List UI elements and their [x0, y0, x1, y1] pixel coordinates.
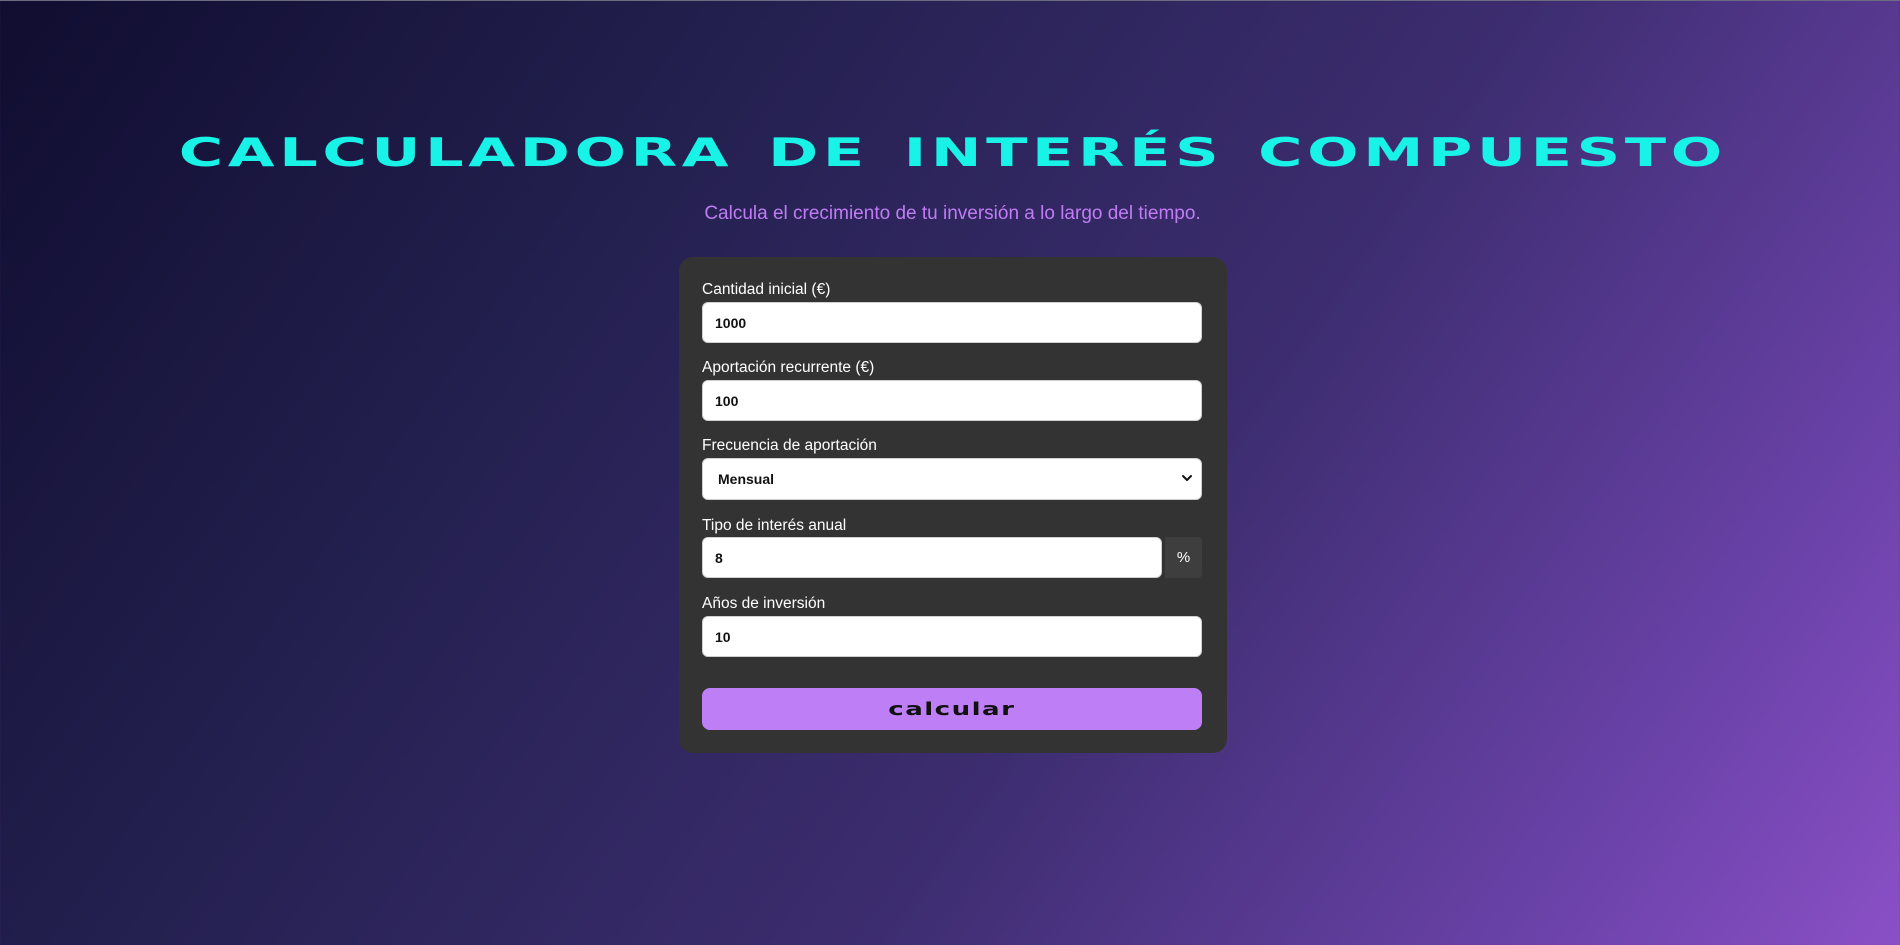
annual-rate-label: Tipo de interés anual [702, 517, 847, 534]
calculate-button[interactable]: calcular [702, 688, 1202, 730]
frequency-selected-value: Mensual [718, 471, 775, 487]
initial-amount-label: Cantidad inicial (€) [702, 281, 831, 298]
page-title: Calculadora de Interés Compuesto [178, 115, 1727, 180]
percent-suffix: % [1165, 537, 1202, 578]
calculate-button-label: calcular [888, 698, 1016, 720]
frequency-select[interactable]: Mensual [702, 458, 1202, 500]
frequency-label: Frecuencia de aportación [702, 437, 877, 454]
chevron-down-icon [1182, 475, 1192, 481]
calculator-form: Cantidad inicial (€) Aportación recurren… [679, 257, 1227, 753]
page-subtitle: Calcula el crecimiento de tu inversión a… [704, 203, 1201, 224]
recurring-contribution-input[interactable] [702, 380, 1202, 421]
years-input[interactable] [702, 616, 1202, 657]
years-label: Años de inversión [702, 595, 826, 612]
recurring-contribution-label: Aportación recurrente (€) [702, 359, 875, 376]
annual-rate-input[interactable] [702, 537, 1162, 578]
initial-amount-input[interactable] [702, 302, 1202, 343]
top-border-line [0, 0, 1900, 1]
